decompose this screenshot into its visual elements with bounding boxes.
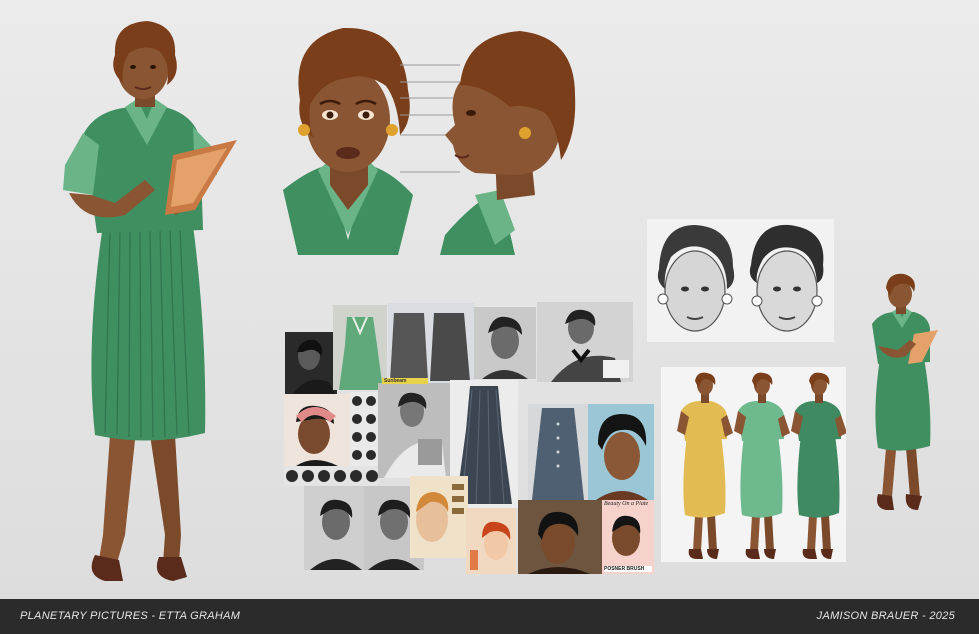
head-study-profile: [440, 31, 576, 255]
price-tag-label: Sunbeam: [384, 378, 407, 384]
footer-bar: PLANETARY PICTURES - ETTA GRAHAM JAMISON…: [0, 599, 979, 634]
magazine-title: Beauty On a Plate: [604, 501, 649, 507]
colorway-figure-2: [734, 372, 790, 559]
reference-photo-short-hair: [518, 500, 602, 574]
reference-photo-smiling-woman: [474, 307, 536, 379]
small-full-body-figure: [872, 273, 938, 510]
reference-photo-gray-dresses: [388, 303, 474, 383]
reference-photo-green-dress: [333, 305, 387, 390]
reference-photo-pinup-headscarf: [284, 394, 350, 466]
magazine-caption: POSNER BRUSH: [604, 566, 652, 572]
reference-vintage-ad-redhead: [466, 508, 516, 574]
full-body-figure: [63, 21, 237, 581]
footer-title: PLANETARY PICTURES - ETTA GRAHAM: [20, 610, 241, 622]
reference-hairstyle-strip: [284, 466, 378, 486]
reference-photo-hairstyle-grid: [350, 392, 378, 466]
dress-colorway-studies: [661, 367, 846, 562]
reference-photo-secretary-typewriter: [537, 302, 633, 382]
colorway-figure-1: [677, 372, 733, 559]
reference-photo-bw-portrait-1: [304, 486, 366, 570]
colorway-figure-3: [791, 372, 846, 559]
head-study-front: [283, 27, 413, 255]
reference-magazine-cover: Beauty On a Plate POSNER BRUSH: [602, 500, 654, 574]
reference-photo-woman-writing: [378, 383, 450, 478]
reference-photo-sailor-portrait: [285, 332, 337, 394]
hair-study-sketches: [647, 219, 834, 342]
reference-makeup-ad: [410, 476, 468, 558]
reference-photo-glamour-portrait: [588, 404, 654, 500]
reference-price-tag: Sunbeam: [382, 378, 428, 384]
footer-credit: JAMISON BRAUER - 2025: [816, 610, 955, 622]
reference-photo-denim-dress: [528, 404, 588, 500]
